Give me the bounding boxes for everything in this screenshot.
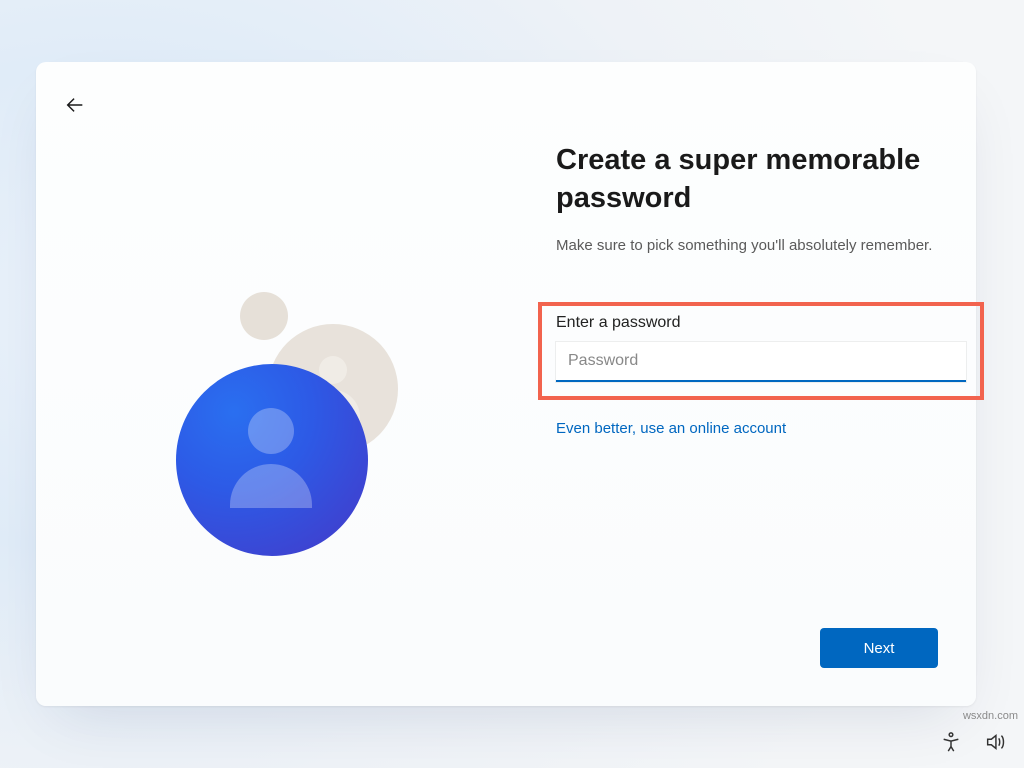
accessibility-button[interactable] [940,731,962,758]
user-illustration [166,292,426,552]
primary-user-circle [176,364,368,556]
password-label: Enter a password [556,314,966,332]
watermark-text: wsxdn.com [963,710,1018,722]
system-tray [940,731,1006,758]
password-input[interactable] [556,342,966,382]
page-subtitle: Make sure to pick something you'll absol… [556,235,966,258]
online-account-link[interactable]: Even better, use an online account [556,420,786,437]
arrow-left-icon [64,94,86,116]
volume-icon [984,731,1006,753]
volume-button[interactable] [984,731,1006,758]
content-pane: Create a super memorable password Make s… [556,142,966,438]
setup-card: Create a super memorable password Make s… [36,62,976,706]
page-title: Create a super memorable password [556,142,966,217]
person-head-icon [248,408,294,454]
next-button[interactable]: Next [820,628,938,668]
decorative-dot [240,292,288,340]
password-section-highlight: Enter a password [538,302,984,400]
accessibility-icon [940,731,962,753]
person-body-icon [230,464,312,508]
back-button[interactable] [58,88,92,122]
